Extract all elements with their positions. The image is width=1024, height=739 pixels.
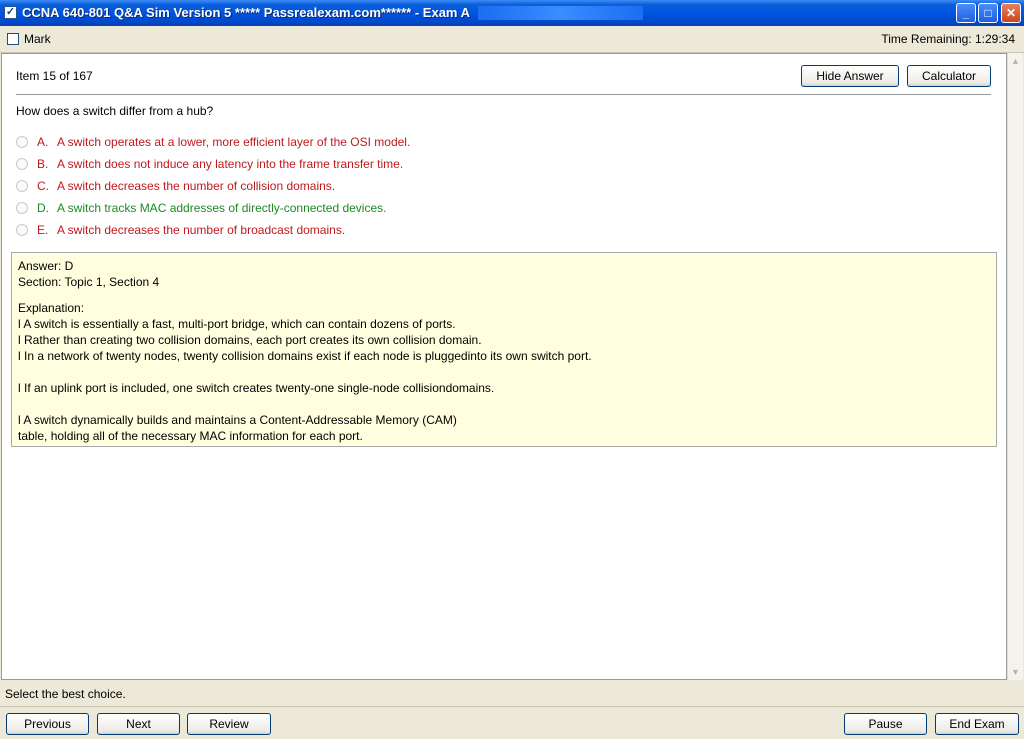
explanation-line: l In a network of twenty nodes, twenty c… xyxy=(18,349,592,363)
scroll-down-arrow-icon[interactable]: ▼ xyxy=(1010,667,1021,677)
explanation-line: l A switch is essentially a fast, multi-… xyxy=(18,317,456,331)
answer-explanation-box: Answer: D Section: Topic 1, Section 4 Ex… xyxy=(11,252,997,447)
pause-button[interactable]: Pause xyxy=(844,713,927,735)
explanation-label: Explanation: xyxy=(18,301,85,315)
radio-button[interactable] xyxy=(16,180,28,192)
vertical-scrollbar[interactable]: ▲ ▼ xyxy=(1007,53,1023,680)
choice-text: A switch does not induce any latency int… xyxy=(57,157,404,171)
choice-text: A switch operates at a lower, more effic… xyxy=(57,135,411,149)
checkbox-icon: ✓ xyxy=(4,6,17,19)
radio-button[interactable] xyxy=(16,158,28,170)
hide-answer-button[interactable]: Hide Answer xyxy=(801,65,899,87)
previous-button[interactable]: Previous xyxy=(6,713,89,735)
close-button[interactable]: ✕ xyxy=(1001,3,1021,23)
time-remaining: Time Remaining: 1:29:34 xyxy=(881,32,1015,46)
window-title: CCNA 640-801 Q&A Sim Version 5 ***** Pas… xyxy=(22,5,470,20)
item-counter: Item 15 of 167 xyxy=(16,69,93,83)
question-text: How does a switch differ from a hub? xyxy=(16,104,214,118)
radio-button[interactable] xyxy=(16,202,28,214)
calculator-button[interactable]: Calculator xyxy=(907,65,991,87)
choice-letter: D. xyxy=(37,201,49,215)
divider xyxy=(16,94,991,95)
choice-letter: C. xyxy=(37,179,49,193)
mark-label[interactable]: Mark xyxy=(24,32,51,46)
choice-text: A switch decreases the number of collisi… xyxy=(57,179,336,193)
review-button[interactable]: Review xyxy=(187,713,271,735)
explanation-line: l A switch dynamically builds and mainta… xyxy=(18,413,457,427)
scroll-up-arrow-icon[interactable]: ▲ xyxy=(1010,56,1021,66)
mark-bar: Mark Time Remaining: 1:29:34 xyxy=(0,26,1024,53)
end-exam-button[interactable]: End Exam xyxy=(935,713,1019,735)
question-panel: Item 15 of 167 Hide Answer Calculator Ho… xyxy=(1,53,1007,680)
answer-line: Answer: D xyxy=(18,259,74,273)
choice-text: A switch decreases the number of broadca… xyxy=(57,223,346,237)
choice-letter: B. xyxy=(37,157,49,171)
choice-text: A switch tracks MAC addresses of directl… xyxy=(57,201,387,215)
explanation-line: table, holding all of the necessary MAC … xyxy=(18,429,363,443)
radio-button[interactable] xyxy=(16,136,28,148)
mark-checkbox[interactable] xyxy=(7,33,19,45)
radio-button[interactable] xyxy=(16,224,28,236)
explanation-line: l Rather than creating two collision dom… xyxy=(18,333,482,347)
minimize-button[interactable]: _ xyxy=(956,3,976,23)
maximize-button[interactable]: □ xyxy=(978,3,998,23)
explanation-line: l If an uplink port is included, one swi… xyxy=(18,381,495,395)
section-line: Section: Topic 1, Section 4 xyxy=(18,275,160,289)
title-bar[interactable]: ✓ CCNA 640-801 Q&A Sim Version 5 ***** P… xyxy=(0,0,1024,26)
redacted-title-area xyxy=(478,6,643,20)
next-button[interactable]: Next xyxy=(97,713,180,735)
choice-letter: A. xyxy=(37,135,49,149)
choice-letter: E. xyxy=(37,223,49,237)
status-text: Select the best choice. xyxy=(5,687,126,701)
